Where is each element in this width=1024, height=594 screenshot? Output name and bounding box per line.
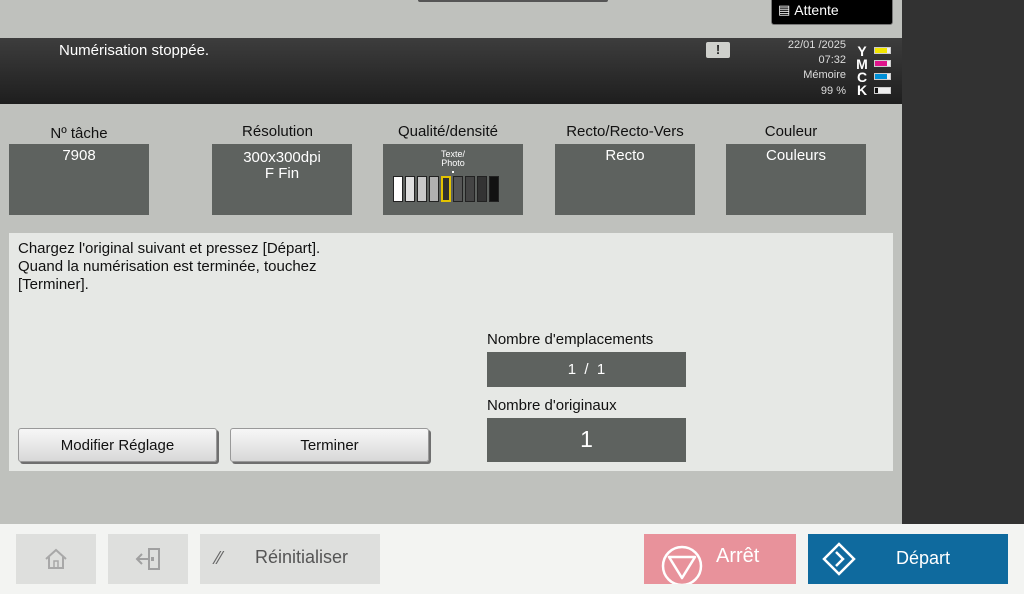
logout-icon	[135, 548, 160, 570]
stop-icon	[661, 545, 703, 584]
logout-button[interactable]	[108, 534, 188, 584]
right-side-panel	[902, 0, 1024, 524]
top-tab[interactable]	[418, 0, 608, 2]
locations-value: 1 / 1	[567, 361, 606, 378]
reset-label: Réinitialiser	[255, 547, 349, 567]
job-number-value: 7908	[62, 147, 96, 164]
quality-label: Qualité/densité	[397, 123, 499, 140]
toner-bar-y	[874, 47, 891, 54]
home-icon	[45, 548, 67, 569]
duplex-box[interactable]: Recto	[555, 144, 695, 215]
finish-button[interactable]: Terminer	[230, 428, 429, 462]
density-step-4	[429, 176, 439, 202]
toner-fill-m	[875, 61, 887, 66]
quality-density-box[interactable]: Texte/ Photo	[383, 144, 523, 215]
status-message: Numérisation stoppée.	[59, 42, 210, 59]
originals-value: 1	[580, 426, 593, 452]
resolution-label: Résolution	[242, 123, 313, 140]
originals-label: Nombre d'originaux	[487, 397, 617, 414]
instruction-panel: Chargez l'original suivant et pressez [D…	[9, 233, 893, 471]
resolution-box[interactable]: 300x300dpi F Fin	[212, 144, 352, 215]
locations-label: Nombre d'emplacements	[487, 331, 654, 348]
locations-box: 1 / 1	[487, 352, 686, 387]
instructions-text: Chargez l'original suivant et pressez [D…	[18, 240, 321, 293]
density-step-1	[393, 176, 403, 202]
warning-icon[interactable]: !	[706, 42, 730, 58]
density-step-7	[465, 176, 475, 202]
start-icon	[822, 542, 856, 576]
density-scale	[393, 176, 499, 202]
bottom-bar: ⁄⁄ Réinitialiser Arrêt Départ	[0, 524, 1024, 594]
density-step-3	[417, 176, 427, 202]
modify-settings-button[interactable]: Modifier Réglage	[18, 428, 217, 462]
home-button[interactable]	[16, 534, 96, 584]
toner-fill-y	[875, 48, 887, 53]
density-marker	[452, 171, 454, 173]
density-step-8	[477, 176, 487, 202]
reset-icon: ⁄⁄	[216, 548, 223, 568]
originals-box: 1	[487, 418, 686, 462]
toner-fill-k	[875, 88, 878, 93]
resolution-mode: F Fin	[264, 165, 300, 182]
status-time: 07:32	[818, 54, 846, 66]
color-value: Couleurs	[765, 147, 827, 164]
toner-bar-c	[874, 73, 891, 80]
attente-button[interactable]: ▤ Attente	[771, 0, 893, 25]
color-box[interactable]: Couleurs	[726, 144, 866, 215]
stop-button[interactable]: Arrêt	[644, 534, 796, 584]
density-step-9	[489, 176, 499, 202]
quality-mode-line2: Photo	[441, 158, 465, 168]
density-step-6	[453, 176, 463, 202]
memory-value: 99 %	[820, 85, 846, 97]
duplex-value: Recto	[605, 147, 645, 164]
reset-button[interactable]: ⁄⁄ Réinitialiser	[200, 534, 380, 584]
toner-fill-c	[875, 74, 887, 79]
resolution-value: 300x300dpi	[243, 149, 321, 166]
toner-bar-m	[874, 60, 891, 67]
density-step-2	[405, 176, 415, 202]
start-button[interactable]: Départ	[808, 534, 1008, 584]
job-list-icon: ▤	[778, 1, 791, 17]
toner-bar-k	[874, 87, 891, 94]
color-label: Couleur	[764, 123, 818, 140]
memory-label: Mémoire	[803, 69, 846, 81]
toner-letter-k: K	[856, 82, 868, 98]
job-number-label: Nº tâche	[50, 125, 108, 142]
stop-label: Arrêt	[716, 545, 760, 567]
start-label: Départ	[896, 548, 951, 568]
duplex-label: Recto/Recto-Vers	[566, 123, 684, 140]
density-step-5	[441, 176, 451, 202]
status-bar: Numérisation stoppée. ! 22/01 /2025 07:3…	[0, 38, 902, 104]
status-date: 22/01 /2025	[787, 39, 846, 51]
attente-label: Attente	[794, 1, 839, 18]
main-screen: ▤ Attente Numérisation stoppée. ! 22/01 …	[0, 0, 902, 524]
job-number-box[interactable]: 7908	[9, 144, 149, 215]
